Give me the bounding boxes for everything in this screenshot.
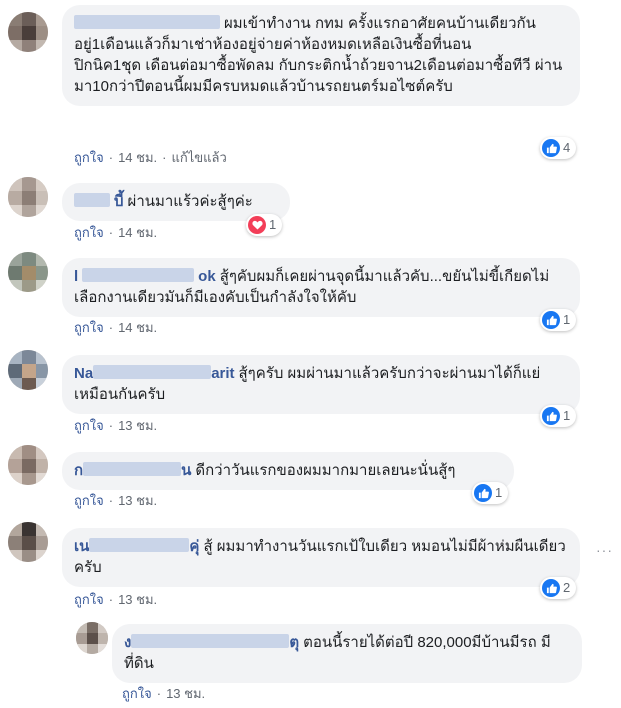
- author-name[interactable]: ตุ: [289, 634, 299, 651]
- reaction-number: 1: [269, 217, 277, 232]
- like-icon: [542, 139, 560, 157]
- reaction-count[interactable]: 2: [540, 577, 577, 599]
- reaction-number: 4: [563, 140, 571, 155]
- timestamp[interactable]: 13 ชม.: [118, 418, 157, 433]
- comment-bubble: Na arit สู้ๆครับ ผมผ่านมาแล้วครับกว่าจะผ่า…: [62, 355, 580, 414]
- comment-bubble: ผมเข้าทำงาน กทม ครั้งแรกอาศัยคนบ้านเดียว…: [62, 5, 580, 106]
- reaction-count[interactable]: 1: [472, 482, 509, 504]
- author-name-start[interactable]: Na: [74, 365, 93, 382]
- author-name[interactable]: บี้: [114, 193, 124, 210]
- like-link[interactable]: ถูกใจ: [74, 493, 104, 508]
- like-link[interactable]: ถูกใจ: [74, 320, 104, 335]
- avatar[interactable]: [8, 522, 48, 562]
- edited-label[interactable]: แก้ไขแล้ว: [171, 150, 226, 165]
- like-link[interactable]: ถูกใจ: [74, 225, 104, 240]
- avatar[interactable]: [76, 622, 108, 654]
- timestamp[interactable]: 13 ชม.: [118, 493, 157, 508]
- avatar[interactable]: [8, 12, 48, 52]
- comment-bubble: เน คุ่ สู้ ผมมาทำงานวันแรกเป้ใบเดียว หมอนไ…: [62, 528, 580, 587]
- reaction-number: 1: [495, 485, 503, 500]
- timestamp[interactable]: 14 ชม.: [118, 320, 157, 335]
- like-icon: [542, 311, 560, 329]
- like-icon: [542, 407, 560, 425]
- comment-bubble: ก นดีกว่าวันแรกของผมมากมายเลยนะนั่นสู้ๆ: [62, 452, 514, 490]
- author-name-redacted[interactable]: [74, 193, 110, 207]
- author-name-start[interactable]: ก: [74, 462, 83, 479]
- author-name-redacted[interactable]: [82, 268, 195, 282]
- author-name-end[interactable]: คุ่: [189, 538, 199, 555]
- like-icon: [542, 579, 560, 597]
- timestamp[interactable]: 13 ชม.: [166, 686, 205, 701]
- timestamp[interactable]: 13 ชม.: [118, 592, 157, 607]
- avatar[interactable]: [8, 445, 48, 485]
- love-icon: [248, 216, 266, 234]
- comment-actions: ถูกใจ · 14 ชม. · แก้ไขแล้ว: [74, 150, 227, 165]
- reaction-count[interactable]: 1: [540, 405, 577, 427]
- reaction-count[interactable]: 1: [540, 309, 577, 331]
- author-name-redacted[interactable]: [83, 462, 182, 476]
- like-link[interactable]: ถูกใจ: [74, 418, 104, 433]
- avatar[interactable]: [8, 350, 48, 390]
- avatar[interactable]: [8, 177, 48, 217]
- comment-text-continued: ปิกนิค1ชุด เดือนต่อมาซื้อพัดลม กับกระติก…: [74, 57, 563, 95]
- reaction-count[interactable]: 1: [246, 214, 283, 236]
- comment-actions: ถูกใจ · 13 ชม.: [74, 493, 158, 508]
- comment-bubble: งตุ ตอนนี้รายได้ต่อปี 820,000มีบ้านมีรถ ม…: [112, 624, 582, 683]
- comment-actions: ถูกใจ · 14 ชม.: [74, 320, 158, 335]
- comment-actions: ถูกใจ · 13 ชม.: [74, 418, 158, 433]
- reaction-number: 2: [563, 580, 571, 595]
- author-name-redacted[interactable]: [89, 538, 190, 552]
- more-options-icon[interactable]: ···: [596, 542, 613, 558]
- like-link[interactable]: ถูกใจ: [74, 150, 104, 165]
- author-name-redacted[interactable]: [131, 634, 290, 648]
- author-name-redacted[interactable]: [74, 15, 220, 29]
- comment-text: ผ่านมาแร้วค่ะสู้ๆค่ะ: [127, 193, 253, 210]
- comment-actions: ถูกใจ · 14 ชม.: [74, 225, 158, 240]
- author-name-end[interactable]: arit: [211, 365, 234, 382]
- comment-actions: ถูกใจ · 13 ชม.: [122, 686, 206, 701]
- reaction-number: 1: [563, 312, 571, 327]
- like-icon: [474, 484, 492, 502]
- author-name-redacted[interactable]: [93, 365, 212, 379]
- avatar[interactable]: [8, 252, 48, 292]
- comment-bubble: l ok สู้ๆคับผมก็เคยผ่านจุดนี้มาแล้วคับ...ข…: [62, 258, 580, 317]
- author-name[interactable]: ok: [198, 268, 216, 285]
- reaction-count[interactable]: 4: [540, 137, 577, 159]
- timestamp[interactable]: 14 ชม.: [118, 150, 157, 165]
- like-link[interactable]: ถูกใจ: [122, 686, 152, 701]
- like-link[interactable]: ถูกใจ: [74, 592, 104, 607]
- author-name-end[interactable]: น: [181, 462, 191, 479]
- author-name-start[interactable]: เน: [74, 538, 89, 555]
- comment-actions: ถูกใจ · 13 ชม.: [74, 592, 158, 607]
- timestamp[interactable]: 14 ชม.: [118, 225, 157, 240]
- comment-text: ดีกว่าวันแรกของผมมากมายเลยนะนั่นสู้ๆ: [195, 462, 456, 479]
- reaction-number: 1: [563, 408, 571, 423]
